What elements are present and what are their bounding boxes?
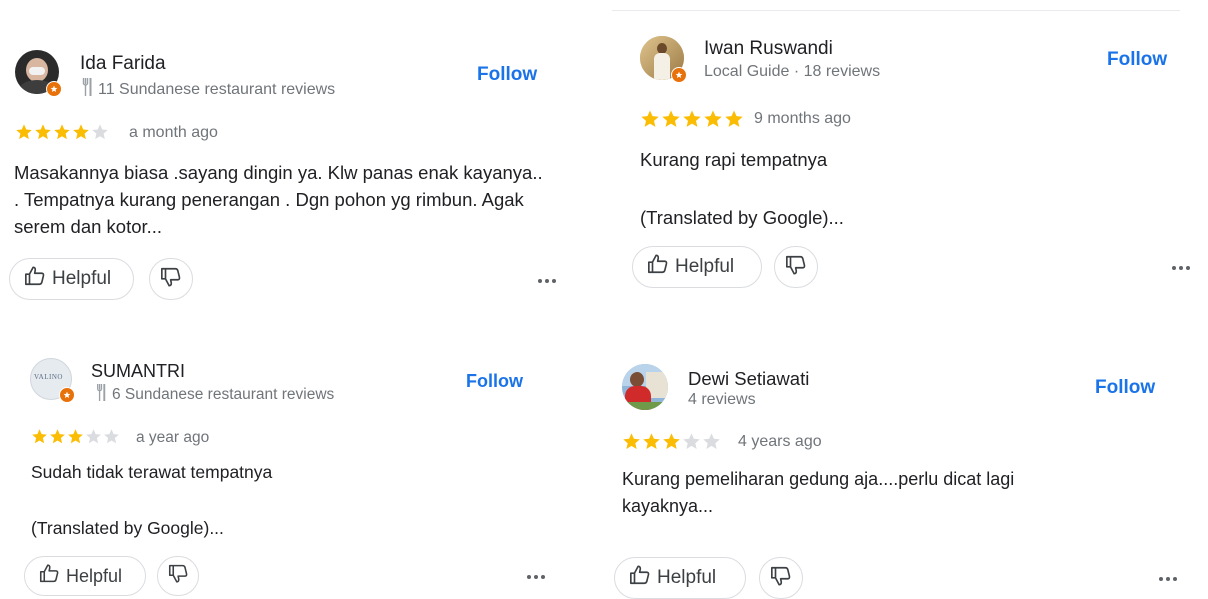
more-options-icon[interactable] <box>1159 577 1177 581</box>
review-count: 11 Sundanese restaurant reviews <box>98 80 336 98</box>
thumbs-down-icon <box>770 565 792 592</box>
thumbs-up-icon <box>647 253 669 281</box>
helpful-label: Helpful <box>657 567 717 588</box>
star-icon <box>50 429 65 444</box>
follow-button[interactable]: Follow <box>466 371 523 392</box>
fork-knife-icon <box>96 384 106 406</box>
star-icon <box>86 429 101 444</box>
local-guide-badge-icon <box>46 81 62 97</box>
star-icon <box>92 124 108 140</box>
star-icon <box>663 433 680 450</box>
star-icon <box>73 124 89 140</box>
star-icon <box>623 433 640 450</box>
reviewer-subtitle: Local Guide · 18 reviews <box>704 63 880 81</box>
follow-button[interactable]: Follow <box>1095 377 1155 399</box>
star-icon <box>68 429 83 444</box>
review-date: a year ago <box>136 429 210 446</box>
review-text: Kurang pemeliharan gedung aja....perlu d… <box>622 469 1015 516</box>
translated-by-google[interactable]: (Translated by Google)... <box>31 515 541 542</box>
helpful-button[interactable]: Helpful <box>632 246 762 288</box>
reviewer-name[interactable]: SUMANTRI <box>91 361 185 382</box>
helpful-button[interactable]: Helpful <box>24 556 146 596</box>
helpful-label: Helpful <box>675 256 735 277</box>
reviewer-subtitle: 4 reviews <box>688 391 756 409</box>
more-options-icon[interactable] <box>538 279 556 283</box>
star-icon <box>643 433 660 450</box>
thumbs-up-icon <box>629 564 651 592</box>
helpful-label: Helpful <box>66 565 123 586</box>
star-icon <box>703 433 720 450</box>
follow-button[interactable]: Follow <box>1107 49 1167 71</box>
review-count: 4 reviews <box>688 391 756 408</box>
not-helpful-button[interactable] <box>774 246 818 288</box>
star-icon <box>683 433 700 450</box>
star-icon <box>104 429 119 444</box>
avatar[interactable]: VALINO <box>30 358 75 403</box>
reviewer-name[interactable]: Ida Farida <box>80 53 166 75</box>
star-rating <box>622 432 722 451</box>
thumbs-down-icon <box>168 563 189 589</box>
review-date: 4 years ago <box>738 433 822 450</box>
thumbs-up-icon <box>24 265 46 293</box>
review-count: Local Guide · 18 reviews <box>704 63 881 80</box>
local-guide-badge-icon <box>671 67 687 83</box>
fork-knife-icon <box>82 78 92 101</box>
reviewer-subtitle: 11 Sundanese restaurant reviews <box>82 78 335 101</box>
star-rating <box>640 109 745 129</box>
reviewer-name[interactable]: Iwan Ruswandi <box>704 38 833 60</box>
star-icon <box>725 110 743 127</box>
not-helpful-button[interactable] <box>759 557 803 599</box>
review-count: 6 Sundanese restaurant reviews <box>112 386 335 403</box>
translated-by-google[interactable]: (Translated by Google)... <box>640 204 1160 231</box>
avatar[interactable] <box>15 50 62 97</box>
review-date: 9 months ago <box>754 110 851 127</box>
review-text: Sudah tidak terawat tempatnya <box>31 462 273 482</box>
star-icon <box>641 110 659 127</box>
review-date: a month ago <box>129 124 218 141</box>
reviewer-name[interactable]: Dewi Setiawati <box>688 368 809 390</box>
helpful-button[interactable]: Helpful <box>614 557 746 599</box>
avatar[interactable] <box>622 364 668 410</box>
follow-button[interactable]: Follow <box>477 64 537 86</box>
star-icon <box>54 124 70 140</box>
thumbs-down-icon <box>785 254 807 281</box>
not-helpful-button[interactable] <box>149 258 193 300</box>
more-options-icon[interactable] <box>527 575 545 579</box>
star-rating <box>15 123 110 141</box>
helpful-label: Helpful <box>52 268 112 289</box>
more-options-icon[interactable] <box>1172 266 1190 270</box>
review-text: Masakannya biasa .sayang dingin ya. Klw … <box>14 162 543 237</box>
thumbs-up-icon <box>39 563 60 589</box>
star-icon <box>683 110 701 127</box>
star-rating <box>31 428 121 445</box>
helpful-button[interactable]: Helpful <box>9 258 134 300</box>
avatar-logo-text: VALINO <box>34 373 63 381</box>
thumbs-down-icon <box>160 266 182 293</box>
avatar[interactable] <box>640 36 687 83</box>
not-helpful-button[interactable] <box>157 556 199 596</box>
review-text: Kurang rapi tempatnya <box>640 149 828 170</box>
star-icon <box>32 429 47 444</box>
top-divider <box>612 10 1180 11</box>
star-icon <box>662 110 680 127</box>
star-icon <box>35 124 51 140</box>
reviewer-subtitle: 6 Sundanese restaurant reviews <box>96 384 334 406</box>
star-icon <box>704 110 722 127</box>
star-icon <box>16 124 32 140</box>
local-guide-badge-icon <box>59 387 75 403</box>
